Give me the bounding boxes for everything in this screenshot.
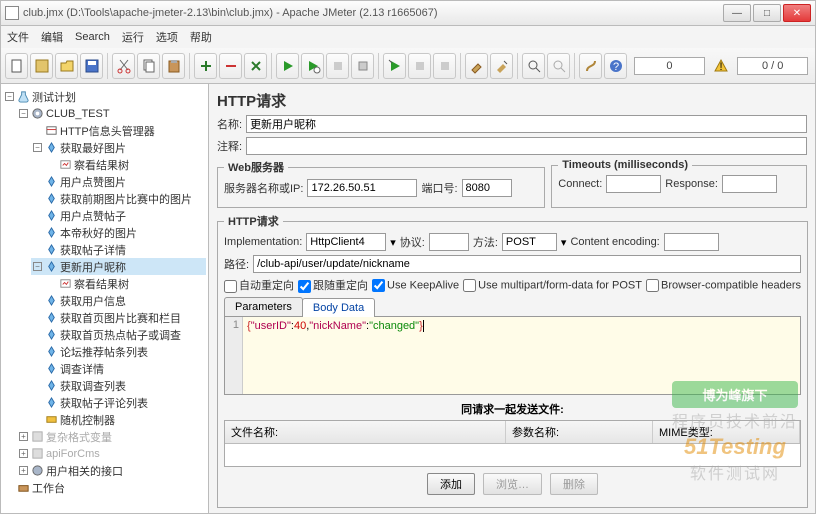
- collapse-button[interactable]: [219, 53, 242, 79]
- menubar: 文件 编辑 Search 运行 选项 帮助: [0, 26, 816, 48]
- multipart-checkbox[interactable]: Use multipart/form-data for POST: [463, 279, 642, 292]
- line-number: 1: [225, 317, 243, 394]
- keepalive-checkbox[interactable]: Use KeepAlive: [372, 279, 459, 292]
- elapsed-time: 0: [634, 57, 704, 75]
- minimize-button[interactable]: —: [723, 4, 751, 22]
- encoding-input[interactable]: [664, 233, 719, 251]
- new-button[interactable]: [5, 53, 28, 79]
- delete-button[interactable]: 删除: [550, 473, 598, 495]
- remote-start-button[interactable]: [383, 53, 406, 79]
- tab-parameters[interactable]: Parameters: [224, 297, 303, 316]
- sampler-icon: [44, 379, 58, 393]
- name-input[interactable]: [246, 115, 807, 133]
- sampler-icon: [44, 311, 58, 325]
- implementation-select[interactable]: [306, 233, 386, 251]
- sampler-icon: [44, 396, 58, 410]
- disabled-icon: [30, 430, 44, 444]
- save-button[interactable]: [80, 53, 103, 79]
- dropdown-icon[interactable]: ▾: [561, 236, 567, 249]
- sampler-icon: [44, 192, 58, 206]
- tree-item-selected: −更新用户昵称: [31, 258, 206, 275]
- sampler-icon: [44, 294, 58, 308]
- path-input[interactable]: [253, 255, 801, 273]
- response-timeout-input[interactable]: [722, 175, 777, 193]
- open-button[interactable]: [55, 53, 78, 79]
- templates-button[interactable]: [30, 53, 53, 79]
- http-request-panel: HTTP请求 名称: 注释: Web服务器 服务器名称或IP: 端口号: Tim…: [209, 84, 815, 513]
- clear-button[interactable]: [465, 53, 488, 79]
- sampler-icon: [44, 328, 58, 342]
- window-title: club.jmx (D:\Tools\apache-jmeter-2.13\bi…: [23, 7, 723, 19]
- connect-timeout-input[interactable]: [606, 175, 661, 193]
- browser-headers-checkbox[interactable]: Browser-compatible headers: [646, 279, 801, 292]
- maximize-button[interactable]: □: [753, 4, 781, 22]
- help-button[interactable]: ?: [604, 53, 627, 79]
- toolbar: ? 0 ! 0 / 0: [0, 48, 816, 84]
- protocol-input[interactable]: [429, 233, 469, 251]
- listener-icon: [58, 158, 72, 172]
- menu-search[interactable]: Search: [75, 31, 110, 43]
- tab-body-data[interactable]: Body Data: [302, 298, 375, 317]
- start-notimers-button[interactable]: [301, 53, 324, 79]
- port-input[interactable]: [462, 179, 512, 197]
- start-button[interactable]: [276, 53, 299, 79]
- send-files-label: 同请求一起发送文件:: [224, 401, 801, 417]
- function-button[interactable]: [579, 53, 602, 79]
- clear-search-button[interactable]: [547, 53, 570, 79]
- remote-stop-button[interactable]: [408, 53, 431, 79]
- browse-button[interactable]: 浏览…: [483, 473, 542, 495]
- dropdown-icon[interactable]: ▾: [390, 236, 396, 249]
- svg-text:!: !: [720, 61, 723, 73]
- titlebar: club.jmx (D:\Tools\apache-jmeter-2.13\bi…: [0, 0, 816, 26]
- toggle-button[interactable]: [244, 53, 267, 79]
- files-table[interactable]: 文件名称: 参数名称: MIME类型:: [224, 420, 801, 467]
- sampler-icon: [44, 175, 58, 189]
- menu-options[interactable]: 选项: [156, 29, 178, 45]
- remote-shutdown-button[interactable]: [433, 53, 456, 79]
- app-icon: [5, 6, 19, 20]
- thread-group-icon: [30, 464, 44, 478]
- sampler-icon: [44, 141, 58, 155]
- clear-all-button[interactable]: [490, 53, 513, 79]
- menu-edit[interactable]: 编辑: [41, 29, 63, 45]
- menu-help[interactable]: 帮助: [190, 29, 212, 45]
- copy-button[interactable]: [137, 53, 160, 79]
- cut-button[interactable]: [112, 53, 135, 79]
- auto-redirect-checkbox[interactable]: 自动重定向: [224, 277, 294, 293]
- warning-icon: !: [710, 53, 733, 79]
- flask-icon: [16, 90, 30, 104]
- svg-text:?: ?: [613, 61, 619, 73]
- sampler-icon: [44, 260, 58, 274]
- menu-file[interactable]: 文件: [7, 29, 29, 45]
- server-input[interactable]: [307, 179, 417, 197]
- thread-count: 0 / 0: [737, 57, 807, 75]
- sampler-icon: [44, 243, 58, 257]
- controller-icon: [44, 413, 58, 427]
- expand-button[interactable]: [194, 53, 217, 79]
- follow-redirect-checkbox[interactable]: 跟随重定向: [298, 277, 368, 293]
- method-select[interactable]: [502, 233, 557, 251]
- find-button[interactable]: [522, 53, 545, 79]
- panel-title: HTTP请求: [217, 90, 807, 111]
- header-manager-icon: [44, 124, 58, 138]
- body-data-editor[interactable]: 1 {"userID":40,"nickName":"changed"}: [224, 317, 801, 395]
- sampler-icon: [44, 209, 58, 223]
- sampler-icon: [44, 226, 58, 240]
- sampler-icon: [44, 362, 58, 376]
- close-button[interactable]: ✕: [783, 4, 811, 22]
- thread-group-icon: [30, 107, 44, 121]
- test-plan-tree[interactable]: −测试计划 −CLUB_TEST HTTP信息头管理器 −获取最好图片 察看结果…: [1, 84, 209, 513]
- workbench-icon: [16, 481, 30, 495]
- menu-run[interactable]: 运行: [122, 29, 144, 45]
- disabled-icon: [30, 447, 44, 461]
- stop-button[interactable]: [326, 53, 349, 79]
- add-button[interactable]: 添加: [427, 473, 475, 495]
- text-cursor: [423, 320, 427, 332]
- shutdown-button[interactable]: [351, 53, 374, 79]
- paste-button[interactable]: [162, 53, 185, 79]
- comment-input[interactable]: [246, 137, 807, 155]
- listener-icon: [58, 277, 72, 291]
- sampler-icon: [44, 345, 58, 359]
